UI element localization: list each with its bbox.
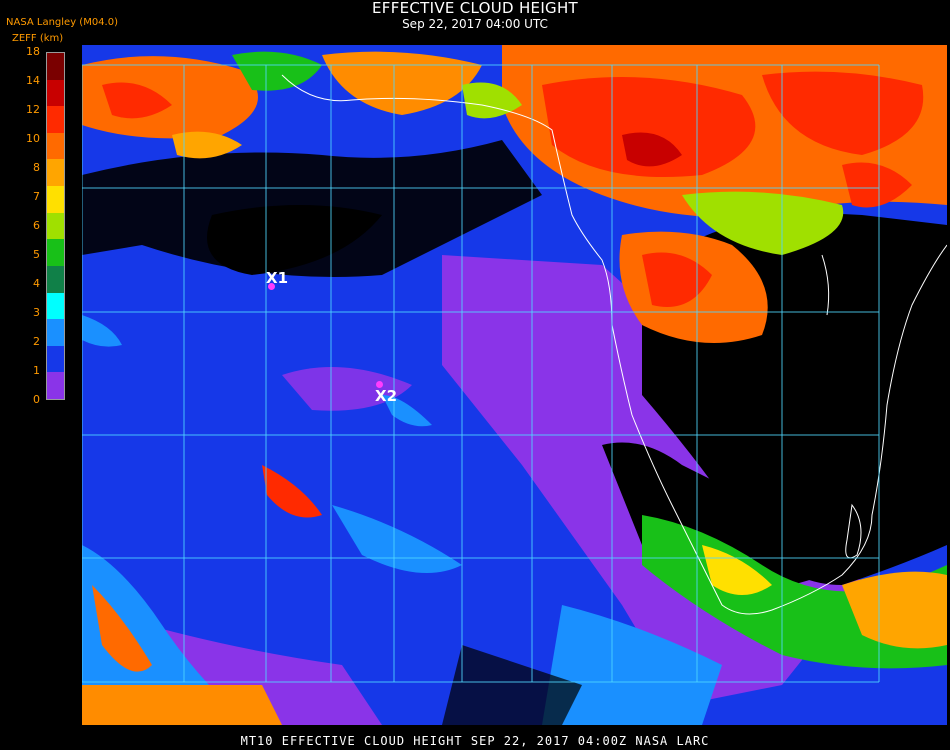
cloud-field: [82, 45, 947, 725]
legend-tick-label: 0: [33, 393, 40, 406]
color-scale-legend: [46, 52, 65, 400]
legend-tick-label: 18: [26, 45, 40, 58]
map-title: EFFECTIVE CLOUD HEIGHT: [371, 0, 579, 17]
legend-swatch: [47, 186, 64, 214]
legend-tick-label: 7: [33, 190, 40, 203]
legend-tick-label: 3: [33, 306, 40, 319]
legend-tick-label: 6: [33, 219, 40, 232]
legend-swatch: [47, 239, 64, 267]
point-label-x2: X2: [375, 387, 398, 405]
legend-swatch: [47, 79, 64, 107]
footer-caption: MT10 EFFECTIVE CLOUD HEIGHT SEP 22, 2017…: [240, 734, 710, 748]
legend-tick-label: 1: [33, 364, 40, 377]
legend-swatch: [47, 372, 64, 399]
legend-swatch: [47, 159, 64, 187]
units-label: ZEFF (km): [12, 33, 64, 44]
legend-tick-label: 12: [26, 103, 40, 116]
legend-swatch: [47, 292, 64, 320]
legend-tick-label: 4: [33, 277, 40, 290]
map-canvas: [82, 45, 947, 725]
legend-swatch: [47, 319, 64, 347]
map-timestamp: Sep 22, 2017 04:00 UTC: [402, 17, 548, 31]
legend-tick-label: 10: [26, 132, 40, 145]
point-label-x1: X1: [266, 269, 289, 287]
organization-label: NASA Langley (M04.0): [6, 17, 118, 28]
legend-swatch: [47, 265, 64, 294]
satellite-map: X1 X2: [82, 45, 947, 725]
legend-swatch: [47, 106, 64, 134]
legend-swatch: [47, 53, 64, 81]
legend-swatch: [47, 132, 64, 160]
legend-swatch: [47, 345, 64, 373]
legend-tick-label: 5: [33, 248, 40, 261]
legend-swatch: [47, 212, 64, 240]
legend-tick-label: 8: [33, 161, 40, 174]
legend-tick-label: 14: [26, 74, 40, 87]
legend-tick-label: 2: [33, 335, 40, 348]
